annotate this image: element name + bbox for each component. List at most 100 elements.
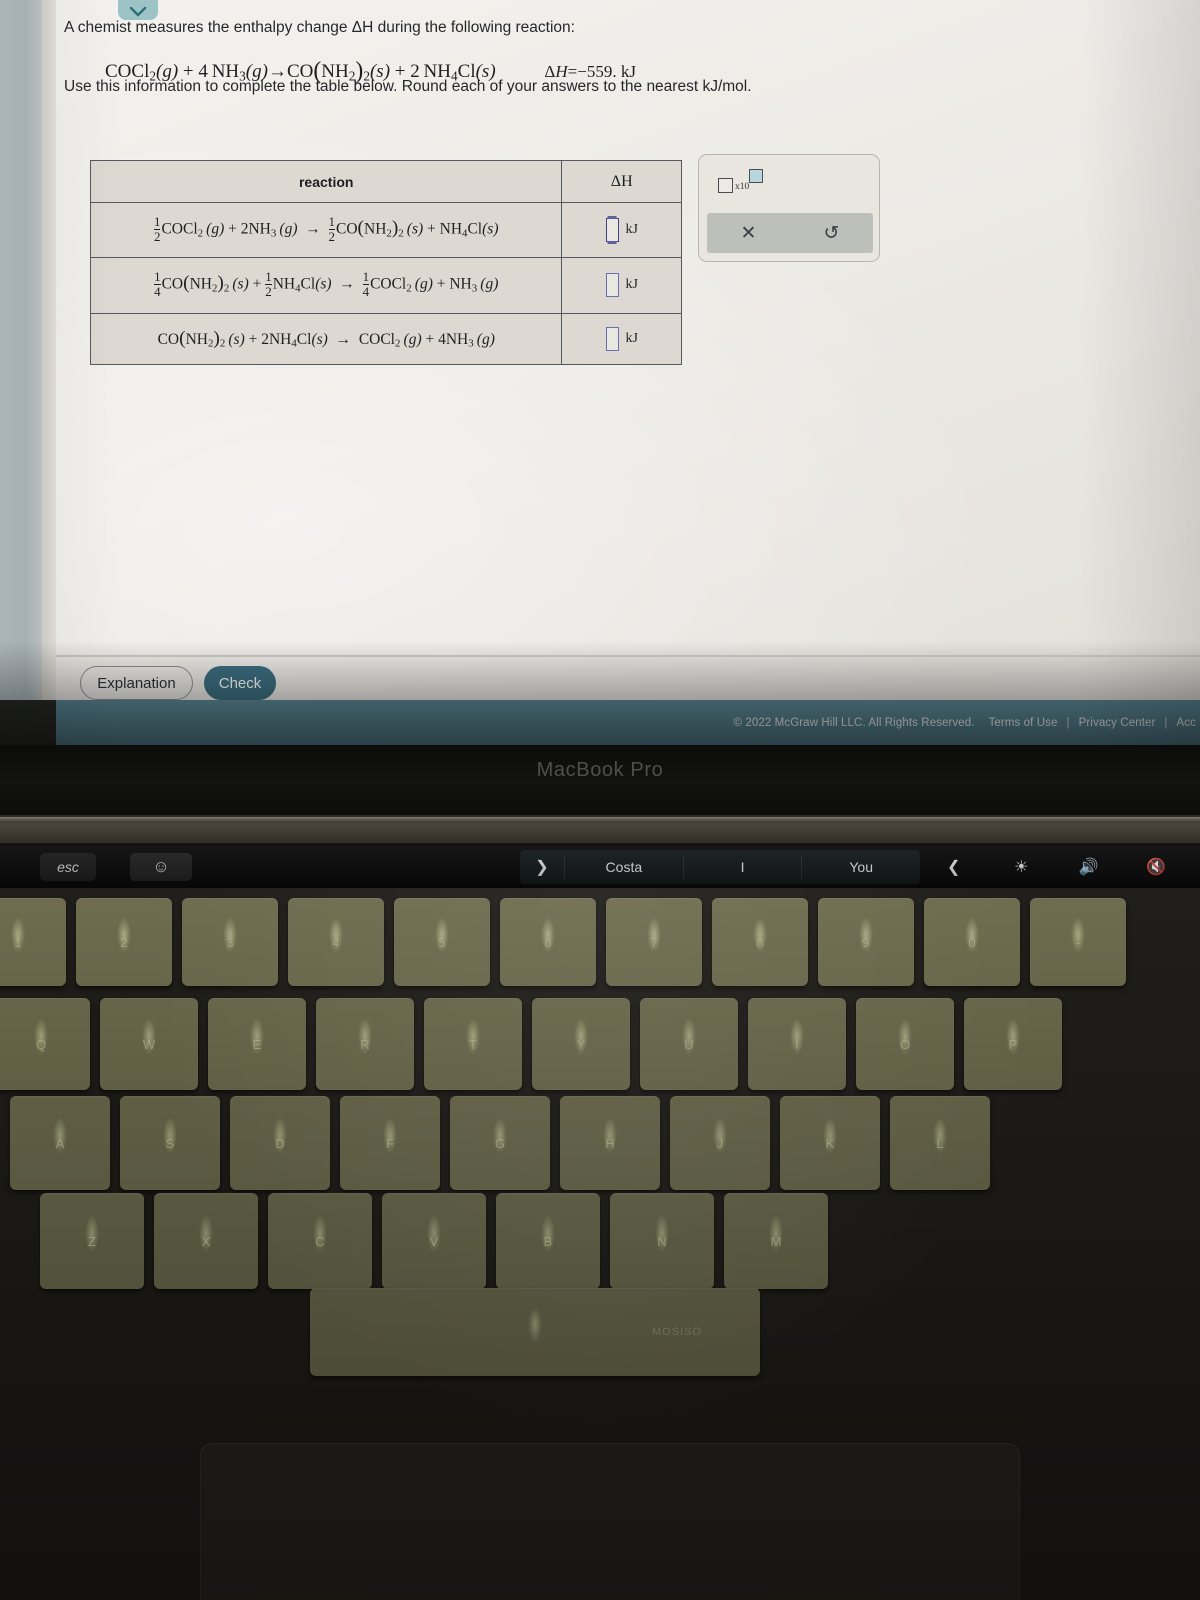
volume-up-icon[interactable]: 🔊	[1055, 857, 1123, 877]
prediction-word-3[interactable]: You	[801, 855, 920, 879]
answer-input-3[interactable]	[605, 326, 619, 351]
prediction-word-1[interactable]: Costa	[564, 855, 683, 879]
laptop-screen: A chemist measures the enthalpy change Δ…	[0, 0, 1200, 745]
column-header-delta-h: ΔH	[561, 160, 682, 203]
scientific-notation-button[interactable]: x10	[718, 169, 763, 195]
key-label: Z	[88, 1233, 96, 1249]
brightness-icon[interactable]: ☀	[988, 857, 1056, 877]
answer-input-1[interactable]	[605, 218, 619, 243]
keyboard-deck: 1 2 3 4 5 6 7 8 9 0 - Q W E R T Y U I O P A S D F G H J K L Z X C V B N M…	[0, 888, 1200, 1600]
key-0[interactable]: 0	[924, 898, 1020, 986]
key-label: E	[252, 1036, 262, 1052]
key-label: -	[1075, 934, 1081, 950]
key-5[interactable]: 5	[394, 898, 490, 986]
key-p[interactable]: P	[964, 998, 1062, 1090]
footer-separator-2: |	[1164, 716, 1168, 729]
check-button[interactable]: Check	[204, 666, 276, 700]
key-label: J	[716, 1135, 724, 1151]
key-u[interactable]: U	[640, 998, 738, 1090]
key-n[interactable]: N	[610, 1193, 714, 1289]
key-label: Q	[35, 1036, 47, 1052]
key-1[interactable]: 1	[0, 898, 66, 986]
key--[interactable]: -	[1030, 898, 1126, 986]
laptop-body: MacBook Pro esc ☺ ❯ Costa I You ❮ ☀ 🔊 🔇 …	[0, 745, 1200, 1600]
fraction-one-half-2: 12	[328, 214, 335, 244]
key-2[interactable]: 2	[76, 898, 172, 986]
touchbar-prediction-bar: ❯ Costa I You	[520, 850, 920, 884]
key-label: I	[795, 1036, 799, 1052]
key-v[interactable]: V	[382, 1193, 486, 1289]
key-b[interactable]: B	[496, 1193, 600, 1289]
keyboard-row-qwerty: QWERTYUIOP	[0, 998, 1072, 1090]
key-label: S	[165, 1135, 175, 1151]
trackpad[interactable]	[200, 1443, 1020, 1600]
chevron-down-icon[interactable]	[118, 0, 158, 20]
footer-separator-1: |	[1066, 716, 1070, 729]
key-k[interactable]: K	[780, 1096, 880, 1190]
key-label: P	[1008, 1036, 1018, 1052]
key-9[interactable]: 9	[818, 898, 914, 986]
key-l[interactable]: L	[890, 1096, 990, 1190]
emoji-icon[interactable]: ☺	[130, 853, 192, 881]
key-4[interactable]: 4	[288, 898, 384, 986]
exponent-placeholder-icon	[749, 169, 763, 183]
key-6[interactable]: 6	[500, 898, 596, 986]
fraction-one-half-3: 12	[265, 269, 272, 299]
answer-input-2[interactable]	[605, 273, 619, 298]
table-row: CO(NH2)2 (s) + 2NH4Cl(s) → COCl2 (g) + 4…	[89, 312, 682, 365]
column-header-reaction: reaction	[89, 160, 563, 203]
key-s[interactable]: S	[120, 1096, 220, 1190]
key-c[interactable]: C	[268, 1193, 372, 1289]
key-z[interactable]: Z	[40, 1193, 144, 1289]
mute-icon[interactable]: 🔇	[1123, 857, 1191, 877]
key-q[interactable]: Q	[0, 998, 90, 1090]
clear-button[interactable]: ✕	[707, 213, 790, 253]
key-m[interactable]: M	[724, 1193, 828, 1289]
key-g[interactable]: G	[450, 1096, 550, 1190]
macbook-pro-label: MacBook Pro	[536, 759, 664, 781]
prediction-word-2[interactable]: I	[682, 855, 802, 879]
explanation-button[interactable]: Explanation	[80, 666, 193, 700]
key-label: V	[429, 1233, 439, 1249]
key-3[interactable]: 3	[182, 898, 278, 986]
key-h[interactable]: H	[560, 1096, 660, 1190]
key-d[interactable]: D	[230, 1096, 330, 1190]
key-i[interactable]: I	[748, 998, 846, 1090]
key-r[interactable]: R	[316, 998, 414, 1090]
main-equation: COCl2(g) + 4 NH3(g)→CO(NH2)2(s) + 2 NH4C…	[105, 57, 636, 84]
key-t[interactable]: T	[424, 998, 522, 1090]
fraction-one-half: 12	[153, 214, 161, 244]
key-label: 5	[438, 934, 446, 950]
chevron-right-icon[interactable]: ❯	[520, 857, 564, 877]
key-8[interactable]: 8	[712, 898, 808, 986]
key-label: D	[275, 1135, 285, 1151]
key-label: F	[386, 1135, 394, 1151]
accessibility-link[interactable]: Acc	[1177, 717, 1196, 729]
key-o[interactable]: O	[856, 998, 954, 1090]
delta-h-cell-2: kJ	[561, 257, 682, 314]
chevron-left-icon[interactable]: ❮	[920, 857, 988, 877]
key-f[interactable]: F	[340, 1096, 440, 1190]
undo-button[interactable]: ↺	[790, 213, 873, 253]
reaction-table: reaction ΔH 1 2 COCl2 (g) + 2NH3 (g) → 12C…	[89, 160, 682, 365]
privacy-center-link[interactable]: Privacy Center	[1079, 717, 1156, 729]
key-label: T	[469, 1036, 477, 1052]
key-label: O	[899, 1036, 911, 1052]
key-w[interactable]: W	[100, 998, 198, 1090]
terms-of-use-link[interactable]: Terms of Use	[989, 717, 1058, 729]
key-7[interactable]: 7	[606, 898, 702, 986]
reaction-formula-2: 1 4 CO(NH2)2 (s) + 1 2 NH4Cl(s) → 1 4 COCl2 (g…	[89, 257, 563, 314]
unit-label-1: kJ	[625, 222, 638, 238]
key-y[interactable]: Y	[532, 998, 630, 1090]
spacebar-key[interactable]: MOSISO	[310, 1288, 760, 1376]
key-label: U	[684, 1036, 694, 1052]
key-label: 1	[14, 934, 22, 950]
key-label: B	[543, 1233, 553, 1249]
touchbar-esc-key[interactable]: esc	[40, 853, 96, 881]
key-a[interactable]: A	[10, 1096, 110, 1190]
key-j[interactable]: J	[670, 1096, 770, 1190]
key-x[interactable]: X	[154, 1193, 258, 1289]
key-e[interactable]: E	[208, 998, 306, 1090]
key-label: 8	[756, 934, 764, 950]
key-label: 7	[650, 934, 658, 950]
